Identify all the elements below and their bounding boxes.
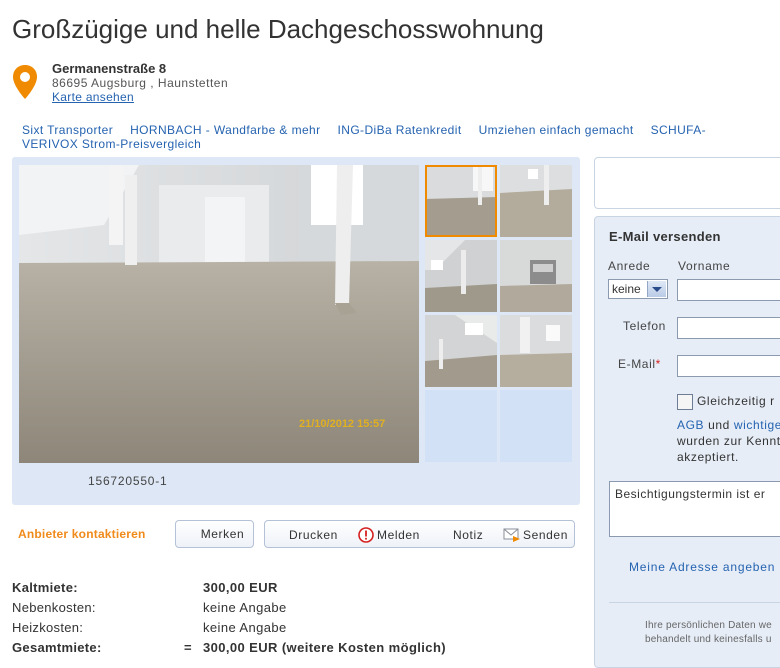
report-button[interactable]: Melden	[377, 528, 420, 542]
salutation-value: keine	[612, 282, 641, 296]
page-title: Großzügige und helle Dachgeschosswohnung	[12, 14, 544, 44]
ad-link-umziehen[interactable]: Umziehen einfach gemacht	[479, 123, 634, 137]
thumbnail-empty-1	[425, 390, 497, 462]
form-title: E-Mail versenden	[609, 229, 721, 244]
salutation-label: Anrede	[608, 259, 651, 273]
side-box	[594, 157, 780, 209]
cost-value: keine Angabe	[203, 600, 287, 615]
ad-link-sixt[interactable]: Sixt Transporter	[22, 123, 113, 137]
salutation-select[interactable]: keine	[608, 279, 668, 299]
cost-value: keine Angabe	[203, 620, 287, 635]
thumbnail-3[interactable]	[425, 240, 497, 312]
cost-value: 300,00 EUR (weitere Kosten möglich)	[203, 640, 447, 655]
thumbnail-5[interactable]	[425, 315, 497, 387]
save-label: Merken	[200, 527, 245, 541]
cost-equals: =	[184, 640, 192, 655]
thumbnail-2[interactable]	[500, 165, 572, 237]
email-input[interactable]	[677, 355, 780, 377]
firstname-input[interactable]	[677, 279, 780, 301]
email-form: E-Mail versenden Anrede Vorname keine Te…	[594, 216, 780, 668]
add-address-link[interactable]: Meine Adresse angeben	[629, 560, 775, 574]
send-mail-icon	[503, 528, 520, 542]
ad-link-ingdiba[interactable]: ING-DiBa Ratenkredit	[338, 123, 462, 137]
copy-to-self-checkbox[interactable]	[677, 394, 693, 410]
phone-input[interactable]	[677, 317, 780, 339]
required-mark: *	[655, 357, 661, 371]
phone-label: Telefon	[623, 319, 666, 333]
send-button[interactable]: Senden	[523, 528, 568, 542]
thumbnail-empty-2	[500, 390, 572, 462]
ad-link-verivox[interactable]: VERIVOX Strom-Preisvergleich	[22, 137, 201, 151]
thumbnail-4[interactable]	[500, 240, 572, 312]
email-label: E-Mail*	[618, 357, 661, 371]
sponsored-links: Sixt Transporter HORNBACH - Wandfarbe & m…	[22, 123, 780, 151]
contact-seller-link[interactable]: Anbieter kontaktieren	[18, 527, 146, 541]
cost-label: Heizkosten:	[12, 620, 84, 635]
view-map-link[interactable]: Karte ansehen	[52, 90, 134, 104]
warning-icon	[358, 527, 374, 543]
action-button-group: Drucken Melden Notiz Senden	[264, 520, 575, 548]
cost-label: Kaltmiete:	[12, 580, 78, 595]
cost-label: Nebenkosten:	[12, 600, 96, 615]
message-textarea[interactable]: Besichtigungstermin ist er	[609, 481, 780, 537]
address-street: Germanenstraße 8	[52, 61, 167, 76]
thumbnail-1[interactable]	[425, 165, 497, 237]
chevron-down-icon	[647, 281, 666, 297]
ad-link-hornbach[interactable]: HORNBACH - Wandfarbe & mehr	[130, 123, 320, 137]
main-photo[interactable]: 21/10/2012 15:57	[19, 165, 419, 463]
terms-notice: AGB und wichtige	[677, 418, 780, 432]
cost-label: Gesamtmiete:	[12, 640, 102, 655]
firstname-label: Vorname	[678, 259, 731, 273]
photo-gallery: 21/10/2012 15:57 156720550-1	[12, 157, 580, 505]
agb-link[interactable]: AGB	[677, 418, 704, 432]
important-info-link[interactable]: wichtige	[734, 418, 780, 432]
note-button[interactable]: Notiz	[453, 528, 483, 542]
save-button[interactable]: Merken	[175, 520, 254, 548]
photo-timestamp: 21/10/2012 15:57	[299, 418, 385, 430]
terms-notice-line3: akzeptiert.	[677, 450, 739, 464]
terms-notice-line2: wurden zur Kennt	[677, 434, 780, 448]
copy-to-self-label: Gleichzeitig r	[697, 394, 775, 408]
cost-value: 300,00 EUR	[203, 580, 278, 595]
print-button[interactable]: Drucken	[289, 528, 338, 542]
ad-link-schufa[interactable]: SCHUFA-	[651, 123, 706, 137]
location-pin-icon	[13, 65, 37, 99]
image-id: 156720550-1	[88, 474, 168, 488]
address-city: 86695 Augsburg , Haunstetten	[52, 76, 229, 90]
thumbnail-6[interactable]	[500, 315, 572, 387]
privacy-notice: Ihre persönlichen Daten we behandelt und…	[609, 602, 780, 647]
